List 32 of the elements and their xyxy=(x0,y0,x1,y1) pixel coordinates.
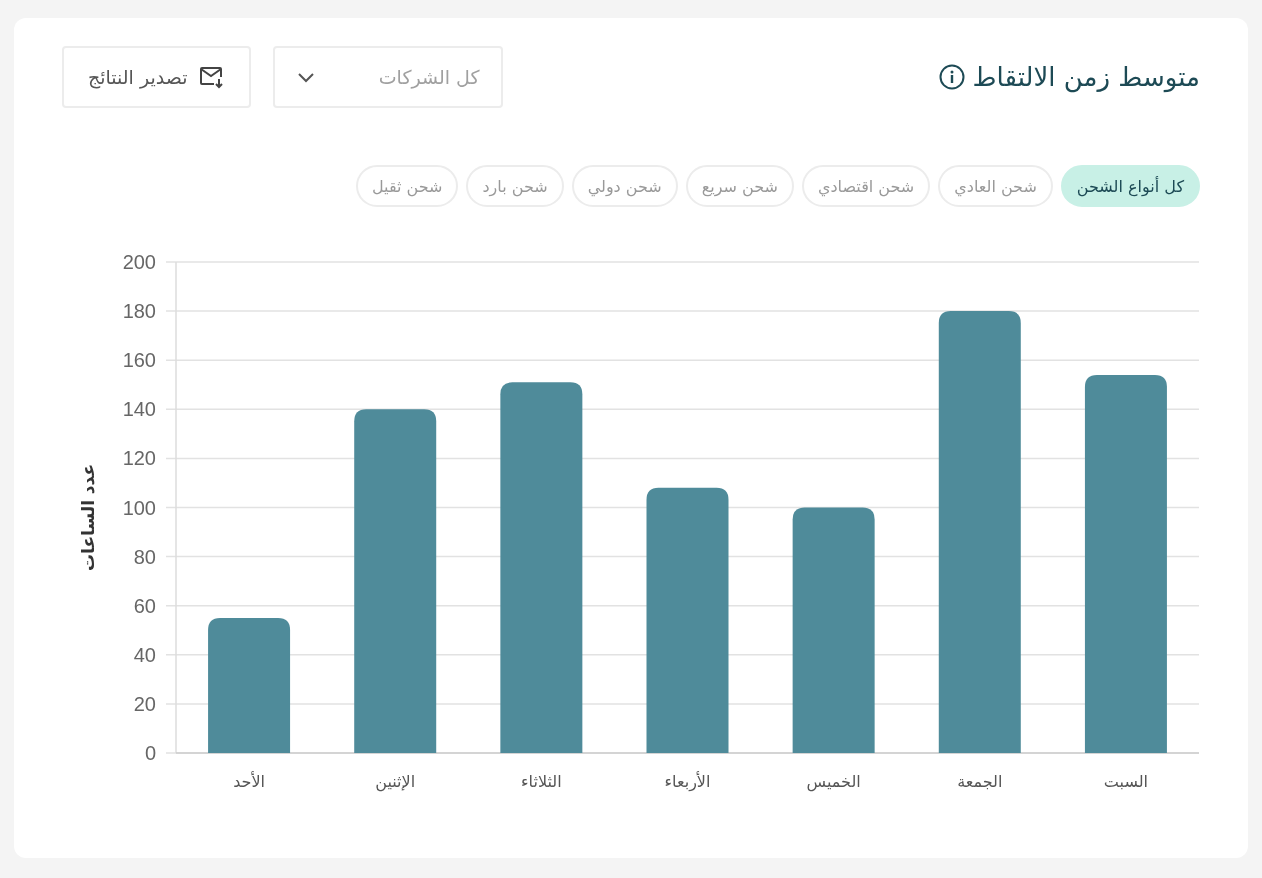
y-tick-label: 80 xyxy=(133,545,156,568)
y-tick-label: 180 xyxy=(122,300,156,323)
chevron-down-icon xyxy=(297,71,316,83)
filter-chip[interactable]: شحن دولي xyxy=(571,165,678,207)
x-tick-label: الأحد xyxy=(233,772,265,791)
x-tick-label: الثلاثاء xyxy=(521,772,562,791)
x-tick-label: الجمعة xyxy=(957,772,1003,791)
chart-title: متوسط زمن الالتقاط xyxy=(972,62,1200,92)
y-tick-label: 0 xyxy=(144,742,156,764)
y-tick-label: 40 xyxy=(133,643,156,666)
x-tick-label: الأربعاء xyxy=(664,772,711,791)
y-tick-label: 120 xyxy=(122,447,156,470)
y-tick-label: 200 xyxy=(122,251,156,273)
y-tick-label: 160 xyxy=(122,349,156,372)
x-tick-label: السبت xyxy=(1103,772,1148,791)
filter-chip[interactable]: كل أنواع الشحن xyxy=(1060,165,1200,207)
filter-chip[interactable]: شحن بارد xyxy=(466,165,564,207)
filter-chip[interactable]: شحن العادي xyxy=(938,165,1053,207)
company-select[interactable]: كل الشركات xyxy=(273,46,504,108)
filter-chip[interactable]: شحن سريع xyxy=(685,165,794,207)
filter-chip[interactable]: شحن ثقيل xyxy=(356,165,459,207)
export-button[interactable]: تصدير النتائج xyxy=(62,46,252,108)
x-tick-label: الخميس xyxy=(806,772,861,791)
x-tick-label: الإثنين xyxy=(375,772,416,791)
filter-chip[interactable]: شحن اقتصادي xyxy=(801,165,931,207)
y-tick-label: 60 xyxy=(133,594,156,617)
envelope-download-icon xyxy=(199,65,226,89)
info-icon[interactable] xyxy=(938,64,965,90)
y-tick-label: 20 xyxy=(133,692,156,715)
y-tick-label: 140 xyxy=(122,398,156,421)
y-tick-label: 100 xyxy=(122,496,156,519)
y-axis-label: عدد الساعات xyxy=(78,464,98,571)
